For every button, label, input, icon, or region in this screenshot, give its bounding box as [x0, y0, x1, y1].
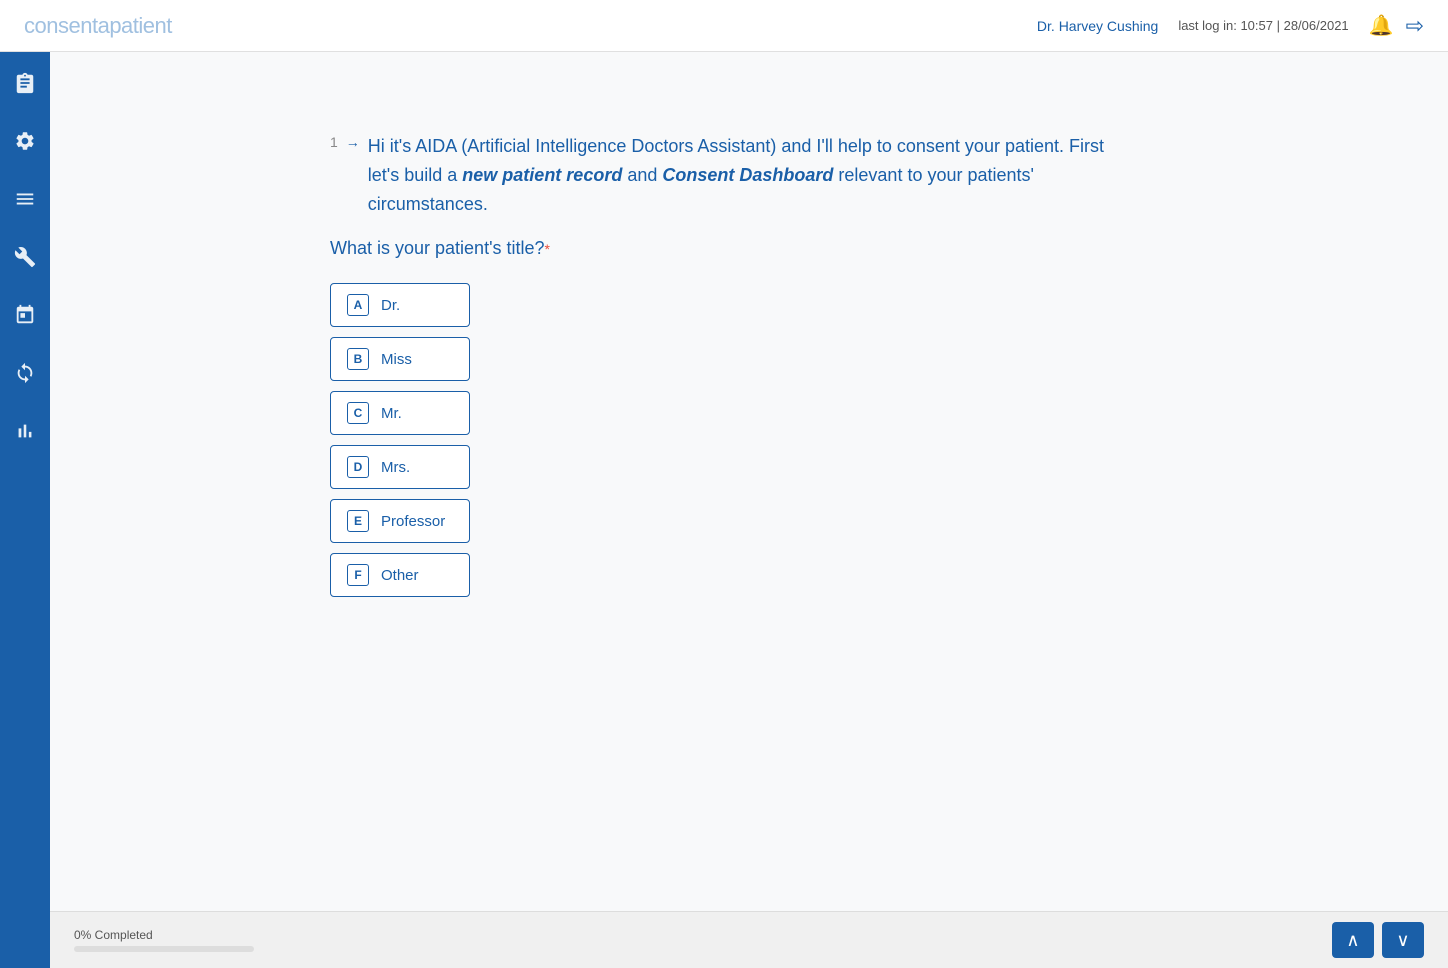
- chart-icon[interactable]: [10, 416, 40, 446]
- option-f-label: Other: [381, 567, 419, 584]
- question-header: 1 → Hi it's AIDA (Artificial Intelligenc…: [330, 132, 1130, 218]
- footer: 0% Completed ∧ ∨: [50, 911, 1448, 968]
- question-subtitle: What is your patient's title?*: [330, 238, 1130, 259]
- option-c-label: Mr.: [381, 405, 402, 422]
- option-c-key: C: [347, 402, 369, 424]
- option-b-key: B: [347, 348, 369, 370]
- option-e[interactable]: E Professor: [330, 499, 470, 543]
- option-f[interactable]: F Other: [330, 553, 470, 597]
- option-f-key: F: [347, 564, 369, 586]
- option-a-label: Dr.: [381, 297, 400, 314]
- logo-rest: patient: [109, 13, 172, 38]
- option-d-label: Mrs.: [381, 459, 410, 476]
- option-e-label: Professor: [381, 513, 445, 530]
- sidebar: [0, 52, 50, 968]
- settings-icon[interactable]: [10, 126, 40, 156]
- logo-a: a: [98, 13, 110, 38]
- option-b[interactable]: B Miss: [330, 337, 470, 381]
- option-c[interactable]: C Mr.: [330, 391, 470, 435]
- progress-section: 0% Completed: [74, 928, 254, 952]
- option-a-key: A: [347, 294, 369, 316]
- option-e-key: E: [347, 510, 369, 532]
- main-content: 1 → Hi it's AIDA (Artificial Intelligenc…: [50, 52, 1448, 968]
- nav-buttons: ∧ ∨: [1332, 922, 1424, 958]
- arrow-icon: →: [346, 134, 360, 150]
- header: consentapatient Dr. Harvey Cushing last …: [0, 0, 1448, 52]
- question-block: 1 → Hi it's AIDA (Artificial Intelligenc…: [330, 132, 1130, 597]
- tools-icon[interactable]: [10, 242, 40, 272]
- option-a[interactable]: A Dr.: [330, 283, 470, 327]
- progress-bar-container: [74, 946, 254, 952]
- question-number: 1: [330, 134, 338, 150]
- clipboard-icon[interactable]: [10, 68, 40, 98]
- calendar-icon[interactable]: [10, 300, 40, 330]
- logout-icon[interactable]: ⇨: [1406, 13, 1424, 39]
- required-marker: *: [545, 241, 550, 257]
- refresh-icon[interactable]: [10, 358, 40, 388]
- nav-down-button[interactable]: ∨: [1382, 922, 1424, 958]
- option-d-key: D: [347, 456, 369, 478]
- question-text: Hi it's AIDA (Artificial Intelligence Do…: [368, 136, 1104, 214]
- logo: consentapatient: [24, 13, 172, 39]
- option-d[interactable]: D Mrs.: [330, 445, 470, 489]
- logo-text: consent: [24, 13, 98, 38]
- content-area: 1 → Hi it's AIDA (Artificial Intelligenc…: [50, 52, 1448, 911]
- header-right: Dr. Harvey Cushing last log in: 10:57 | …: [1037, 13, 1424, 39]
- list-icon[interactable]: [10, 184, 40, 214]
- nav-up-button[interactable]: ∧: [1332, 922, 1374, 958]
- bell-icon[interactable]: 🔔: [1369, 13, 1394, 38]
- header-icons: 🔔 ⇨: [1369, 13, 1424, 39]
- question-body: Hi it's AIDA (Artificial Intelligence Do…: [368, 132, 1130, 218]
- progress-label: 0% Completed: [74, 928, 254, 942]
- option-b-label: Miss: [381, 351, 412, 368]
- user-name: Dr. Harvey Cushing: [1037, 18, 1158, 34]
- last-login: last log in: 10:57 | 28/06/2021: [1178, 18, 1348, 33]
- layout: 1 → Hi it's AIDA (Artificial Intelligenc…: [0, 52, 1448, 968]
- options-list: A Dr. B Miss C Mr. D Mrs.: [330, 283, 1130, 597]
